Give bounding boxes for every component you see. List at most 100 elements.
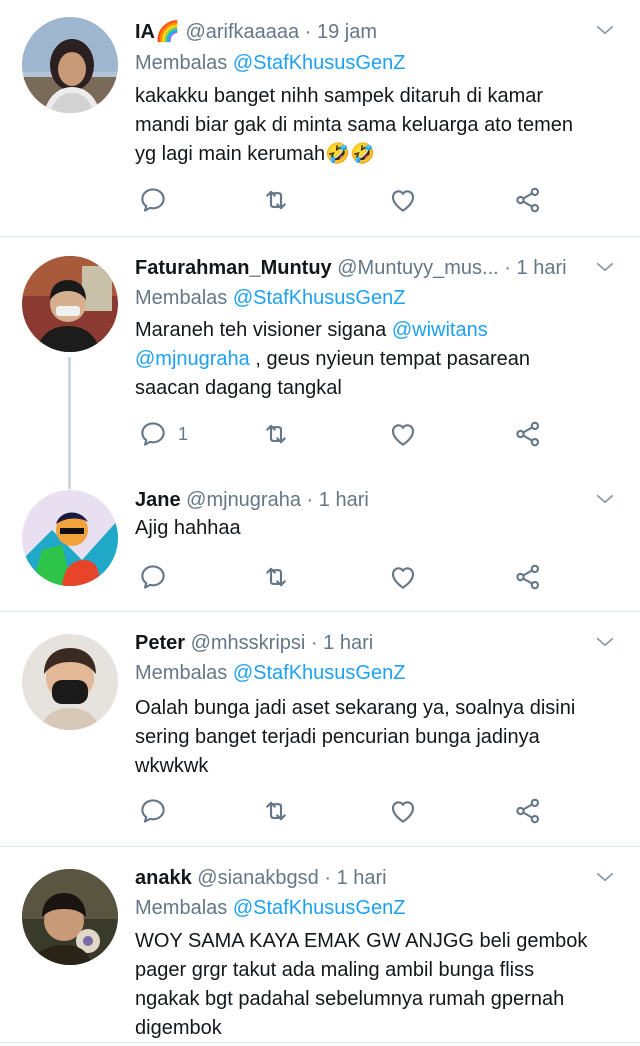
share-button[interactable] — [513, 560, 543, 594]
retweet-button[interactable] — [261, 560, 291, 594]
timestamp[interactable]: 1 hari — [337, 867, 387, 889]
replying-to-mention[interactable]: @StafKhususGenZ — [233, 897, 406, 919]
retweet-button[interactable] — [261, 794, 291, 828]
replying-to-mention[interactable]: @StafKhususGenZ — [233, 287, 406, 309]
tweet-text-line: @mjnugraha , geus nyieun tempat pasarean — [135, 345, 615, 374]
chevron-down-icon[interactable] — [594, 488, 616, 510]
tweet-text-line: ngakak bgt padahal sebelumnya rumah gper… — [135, 988, 565, 1010]
like-icon — [388, 562, 418, 592]
tweet[interactable]: Peter @mhsskripsi · 1 hari Membalas @Sta… — [0, 612, 640, 846]
reply-button[interactable] — [138, 183, 178, 217]
chevron-down-icon[interactable] — [594, 19, 616, 41]
reply-icon — [138, 562, 168, 592]
replying-to: Membalas @StafKhususGenZ — [135, 893, 405, 923]
tweet-text-line: yg lagi main kerumah🤣🤣 — [135, 143, 375, 165]
like-button[interactable] — [388, 560, 418, 594]
tweet-text-fragment: Maraneh teh visioner sigana — [135, 319, 392, 341]
like-button[interactable] — [388, 417, 418, 451]
display-name[interactable]: IA🌈 — [135, 21, 180, 43]
retweet-icon — [261, 185, 291, 215]
chevron-down-icon[interactable] — [594, 866, 616, 888]
like-icon — [388, 419, 418, 449]
mention-link[interactable]: @wiwitans — [392, 319, 488, 341]
user-handle[interactable]: @Muntuyy_mus... — [337, 257, 498, 279]
timestamp[interactable]: 19 jam — [317, 21, 377, 43]
share-button[interactable] — [513, 183, 543, 217]
tweet-header: anakk @sianakbgsd · 1 hari — [135, 863, 387, 893]
tweet-text-line: Maraneh teh visioner sigana @wiwitans — [135, 316, 615, 345]
replying-to: Membalas @StafKhususGenZ — [135, 283, 405, 313]
display-name[interactable]: anakk — [135, 867, 192, 889]
tweet[interactable]: Faturahman_Muntuy @Muntuyy_mus... · 1 ha… — [0, 237, 640, 477]
tweet[interactable]: Jane @mjnugraha · 1 hari Ajig hahhaa — [0, 477, 640, 611]
tweet-text-line: sering banget terjadi pencurian bunga ja… — [135, 726, 540, 748]
reply-button[interactable] — [138, 560, 178, 594]
tweet-text-line: mandi biar gak di minta sama keluarga at… — [135, 114, 574, 136]
tweet-text: Ajig hahhaa — [135, 514, 615, 543]
tweet-header: Peter @mhsskripsi · 1 hari — [135, 628, 373, 658]
replying-to-label: Membalas — [135, 52, 228, 74]
tweet-text-line: WOY SAMA KAYA EMAK GW ANJGG beli gembok — [135, 930, 588, 952]
retweet-button[interactable] — [261, 417, 291, 451]
share-icon — [513, 562, 543, 592]
replying-to-label: Membalas — [135, 897, 228, 919]
user-handle[interactable]: @mjnugraha — [186, 489, 301, 511]
separator-dot: · — [310, 632, 318, 654]
reply-button[interactable]: 1 — [138, 417, 188, 451]
tweet-text-line: pager grgr takut ada maling ambil bunga … — [135, 959, 535, 981]
timestamp[interactable]: 1 hari — [319, 489, 369, 511]
separator-dot: · — [324, 867, 331, 889]
replying-to-label: Membalas — [135, 662, 228, 684]
like-button[interactable] — [388, 183, 418, 217]
display-name[interactable]: Jane — [135, 489, 181, 511]
replying-to-mention[interactable]: @StafKhususGenZ — [233, 662, 406, 684]
replying-to-mention[interactable]: @StafKhususGenZ — [233, 52, 406, 74]
tweet-text-line: Ajig hahhaa — [135, 517, 241, 539]
like-icon — [388, 185, 418, 215]
like-icon — [388, 796, 418, 826]
tweet-text-line: digembok — [135, 1017, 222, 1039]
mention-link[interactable]: @mjnugraha — [135, 348, 250, 370]
timestamp[interactable]: 1 hari — [517, 257, 567, 279]
avatar[interactable] — [22, 490, 118, 586]
chevron-down-icon[interactable] — [594, 631, 616, 653]
tweet-actions: 1 — [135, 417, 605, 451]
replying-to-label: Membalas — [135, 287, 228, 309]
user-handle[interactable]: @arifkaaaaa — [185, 21, 299, 43]
tweet-header: IA🌈 @arifkaaaaa · 19 jam — [135, 17, 377, 47]
retweet-button[interactable] — [261, 183, 291, 217]
like-button[interactable] — [388, 794, 418, 828]
divider — [0, 1042, 640, 1043]
tweet-actions — [135, 183, 605, 217]
share-button[interactable] — [513, 794, 543, 828]
tweet-text-line: kakakku banget nihh sampek ditaruh di ka… — [135, 85, 544, 107]
chevron-down-icon[interactable] — [594, 256, 616, 278]
reply-button[interactable] — [138, 794, 178, 828]
replying-to: Membalas @StafKhususGenZ — [135, 48, 405, 78]
tweet[interactable]: anakk @sianakbgsd · 1 hari Membalas @Sta… — [0, 847, 640, 1046]
avatar[interactable] — [22, 256, 118, 352]
tweet-text-line: Oalah bunga jadi aset sekarang ya, soaln… — [135, 697, 576, 719]
reply-icon — [138, 185, 168, 215]
share-icon — [513, 419, 543, 449]
separator-dot: · — [306, 489, 314, 511]
tweet-actions — [135, 560, 605, 594]
user-handle[interactable]: @mhsskripsi — [191, 632, 306, 654]
retweet-icon — [261, 562, 291, 592]
avatar[interactable] — [22, 869, 118, 965]
avatar[interactable] — [22, 634, 118, 730]
replying-to: Membalas @StafKhususGenZ — [135, 658, 405, 688]
reply-count: 1 — [178, 423, 189, 444]
reply-icon — [138, 796, 168, 826]
display-name[interactable]: Faturahman_Muntuy — [135, 257, 332, 279]
avatar[interactable] — [22, 17, 118, 113]
share-button[interactable] — [513, 417, 543, 451]
separator-dot: · — [304, 21, 312, 43]
share-icon — [513, 185, 543, 215]
tweet-text: WOY SAMA KAYA EMAK GW ANJGG beli gembok … — [135, 927, 615, 1043]
tweet[interactable]: IA🌈 @arifkaaaaa · 19 jam Membalas @StafK… — [0, 0, 640, 236]
timestamp[interactable]: 1 hari — [323, 632, 373, 654]
user-handle[interactable]: @sianakbgsd — [197, 867, 318, 889]
tweet-text-fragment: , geus nyieun tempat pasarean — [249, 348, 530, 370]
display-name[interactable]: Peter — [135, 632, 185, 654]
